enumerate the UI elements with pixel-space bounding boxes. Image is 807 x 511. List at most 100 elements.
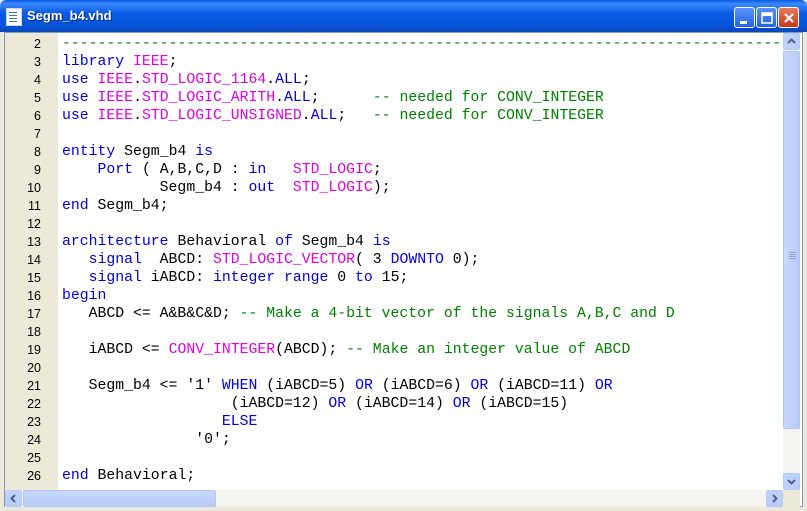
code-token: use — [62, 108, 98, 124]
line-number: 14 — [27, 253, 41, 267]
code-token: Port — [97, 162, 134, 178]
code-token: ALL — [310, 108, 338, 124]
code-token: ABCD: — [141, 252, 213, 268]
code-token: . — [266, 72, 276, 88]
code-token: integer range — [212, 270, 329, 286]
horizontal-scrollbar[interactable] — [5, 490, 783, 507]
code-line[interactable]: 20 — [5, 359, 783, 377]
code-line[interactable]: 16 begin — [5, 287, 783, 305]
code-text: iABCD <= CONV_INTEGER(ABCD); -- Make an … — [62, 341, 631, 359]
code-line[interactable]: 14 signal ABCD: STD_LOGIC_VECTOR( 3 DOWN… — [5, 251, 783, 269]
code-text: library IEEE; — [62, 53, 177, 71]
line-number: 10 — [27, 181, 41, 195]
code-line[interactable]: 11 end Segm_b4; — [5, 197, 783, 215]
title-bar[interactable]: Segm_b4.vhd — [0, 0, 807, 32]
chevron-down-icon — [787, 479, 796, 485]
code-token: ABCD <= A&B&C&D; — [62, 306, 240, 322]
code-token: -- needed for CONV_INTEGER — [372, 108, 604, 124]
line-number: 15 — [27, 271, 41, 285]
code-token: -- Make an integer value of ABCD — [346, 342, 631, 358]
code-line[interactable]: 4 use IEEE.STD_LOGIC_1164.ALL; — [5, 71, 783, 89]
code-text: use IEEE.STD_LOGIC_UNSIGNED.ALL; -- need… — [62, 107, 604, 125]
code-line[interactable]: 3 library IEEE; — [5, 53, 783, 71]
horizontal-scroll-thumb[interactable] — [23, 490, 216, 507]
code-line[interactable]: 22 (iABCD=12) OR (iABCD=14) OR (iABCD=15… — [5, 395, 783, 413]
code-token: Segm_b4; — [97, 198, 169, 214]
code-text: Port ( A,B,C,D : in STD_LOGIC; — [62, 161, 382, 179]
code-line[interactable]: 18 — [5, 323, 783, 341]
code-line[interactable]: 12 — [5, 215, 783, 233]
chevron-right-icon — [772, 494, 778, 503]
code-token: end — [62, 198, 98, 214]
code-text: use IEEE.STD_LOGIC_ARITH.ALL; -- needed … — [62, 89, 604, 107]
code-token: is — [372, 234, 391, 250]
code-token: STD_LOGIC — [292, 180, 373, 196]
line-number: 11 — [28, 199, 41, 213]
code-line[interactable]: 13 architecture Behavioral of Segm_b4 is — [5, 233, 783, 251]
code-token: (iABCD=12) — [62, 396, 329, 412]
code-line[interactable]: 10 Segm_b4 : out STD_LOGIC); — [5, 179, 783, 197]
scroll-down-button[interactable] — [783, 473, 800, 490]
code-token: . — [301, 108, 311, 124]
code-line[interactable]: 2 ---------------------------------------… — [5, 35, 783, 53]
code-token: (iABCD=6) — [372, 378, 471, 394]
code-line[interactable]: 25 — [5, 449, 783, 467]
code-text: entity Segm_b4 is — [62, 143, 213, 161]
code-token: -- needed for CONV_INTEGER — [372, 90, 604, 106]
code-text: signal iABCD: integer range 0 to 15; — [62, 269, 409, 287]
line-number: 26 — [27, 469, 41, 483]
code-line[interactable]: 5 use IEEE.STD_LOGIC_ARITH.ALL; -- needed… — [5, 89, 783, 107]
code-token: IEEE — [97, 90, 134, 106]
code-token: iABCD: — [141, 270, 213, 286]
code-line[interactable]: 19 iABCD <= CONV_INTEGER(ABCD); -- Make … — [5, 341, 783, 359]
document-icon[interactable] — [6, 8, 22, 26]
code-line[interactable]: 6 use IEEE.STD_LOGIC_UNSIGNED.ALL; -- nee… — [5, 107, 783, 125]
vertical-scrollbar[interactable] — [783, 33, 800, 490]
line-number: 4 — [34, 73, 41, 87]
code-text: Segm_b4 : out STD_LOGIC); — [62, 179, 391, 197]
code-token: (iABCD=5) — [257, 378, 356, 394]
code-token: in — [248, 162, 267, 178]
line-number: 6 — [34, 109, 41, 123]
code-token: STD_LOGIC — [292, 162, 373, 178]
code-line[interactable]: 8 entity Segm_b4 is — [5, 143, 783, 161]
code-token: STD_LOGIC_1164 — [141, 72, 267, 88]
code-editor[interactable]: 2 ---------------------------------------… — [5, 33, 783, 490]
code-token: OR — [470, 378, 489, 394]
line-number: 22 — [27, 397, 41, 411]
code-token: signal — [88, 270, 142, 286]
scroll-right-button[interactable] — [766, 490, 783, 507]
line-number: 13 — [27, 235, 41, 249]
code-text: end Segm_b4; — [62, 197, 169, 215]
code-token: ( 3 — [355, 252, 391, 268]
line-number: 2 — [34, 37, 41, 51]
code-line[interactable]: 21 Segm_b4 <= '1' WHEN (iABCD=5) OR (iAB… — [5, 377, 783, 395]
code-token: DOWNTO — [390, 252, 444, 268]
code-line[interactable]: 24 '0'; — [5, 431, 783, 449]
code-line[interactable]: 17 ABCD <= A&B&C&D; -- Make a 4-bit vect… — [5, 305, 783, 323]
minimize-button[interactable] — [734, 7, 755, 28]
code-token: entity — [62, 144, 125, 160]
close-button[interactable] — [778, 7, 799, 28]
code-token: STD_LOGIC_UNSIGNED — [141, 108, 302, 124]
maximize-button[interactable] — [756, 7, 777, 28]
line-number: 17 — [27, 307, 41, 321]
line-number: 19 — [27, 343, 41, 357]
code-text: Segm_b4 <= '1' WHEN (iABCD=5) OR (iABCD=… — [62, 377, 613, 395]
code-line[interactable]: 26 end Behavioral; — [5, 467, 783, 485]
code-line[interactable]: 23 ELSE — [5, 413, 783, 431]
chevron-left-icon — [10, 494, 16, 503]
code-line[interactable]: 9 Port ( A,B,C,D : in STD_LOGIC; — [5, 161, 783, 179]
minimize-icon — [740, 21, 747, 24]
code-text: ABCD <= A&B&C&D; -- Make a 4-bit vector … — [62, 305, 675, 323]
scroll-up-button[interactable] — [783, 33, 800, 50]
code-line[interactable]: 7 — [5, 125, 783, 143]
code-token: iABCD <= — [62, 342, 169, 358]
vertical-scroll-thumb[interactable] — [783, 51, 800, 429]
scroll-left-button[interactable] — [5, 490, 22, 507]
code-token: Segm_b4 <= '1' — [62, 378, 222, 394]
code-line[interactable]: 15 signal iABCD: integer range 0 to 15; — [5, 269, 783, 287]
